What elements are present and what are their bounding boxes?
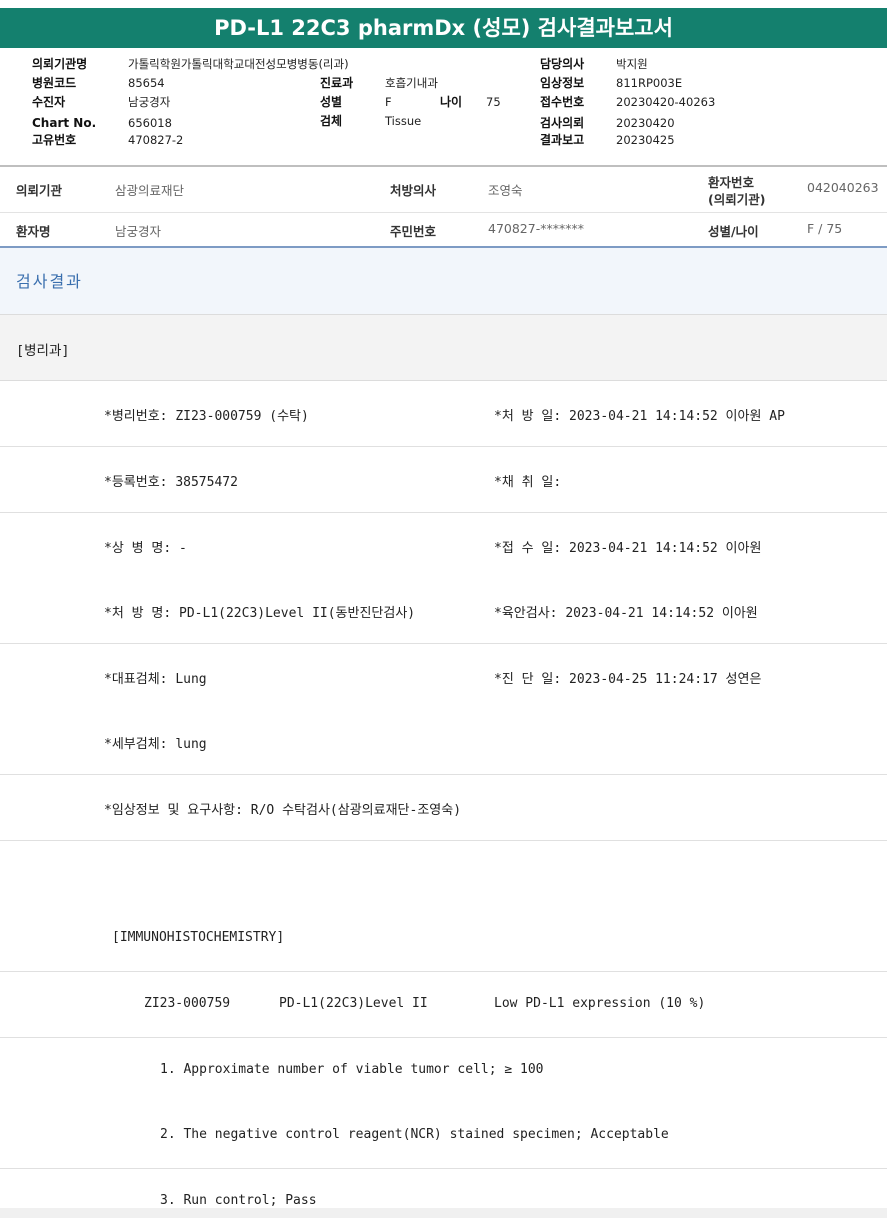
- report-title: PD-L1 22C3 pharmDx (성모) 검사결과보고서: [0, 8, 887, 48]
- result-row: *등록번호: 38575472 *채 취 일:: [0, 447, 887, 513]
- prescriber-label: 처방의사: [390, 183, 437, 198]
- test-request-value: 20230420: [616, 116, 675, 130]
- ihc-item-row: 2. The negative control reagent(NCR) sta…: [0, 1103, 887, 1169]
- result-row-left: *병리번호: ZI23-000759 (수탁): [104, 409, 309, 424]
- requesting-institution-label: 의뢰기관명: [32, 57, 88, 71]
- result-report-label: 결과보고: [540, 133, 585, 147]
- horizontal-scrollbar[interactable]: [0, 1208, 887, 1218]
- ihc-item-2: 2. The negative control reagent(NCR) sta…: [160, 1127, 669, 1142]
- ihc-item-row: 3. Run control; Pass: [0, 1169, 887, 1208]
- sex-age-label: 성별/나이: [708, 224, 759, 239]
- department-header: [병리과]: [0, 315, 887, 381]
- age-label: 나이: [440, 95, 463, 109]
- result-row: *세부검체: lung: [0, 709, 887, 775]
- result-row-right: *진 단 일: 2023-04-25 11:24:17 성연은: [494, 672, 762, 687]
- blank-row: [0, 841, 887, 907]
- result-row-left: *처 방 명: PD-L1(22C3)Level II(동반진단검사): [104, 606, 416, 621]
- doctor-value: 박지원: [616, 57, 648, 71]
- result-row-left: *임상정보 및 요구사항: R/O 수탁검사(삼광의료재단-조영숙): [104, 803, 462, 818]
- clinical-info-value: 811RP003E: [616, 76, 683, 90]
- result-row: *병리번호: ZI23-000759 (수탁) *처 방 일: 2023-04-…: [0, 381, 887, 447]
- receipt-no-value: 20230420-40263: [616, 95, 716, 109]
- institution-label: 의뢰기관: [16, 183, 63, 198]
- unique-no-value: 470827-2: [128, 133, 184, 147]
- specimen-label: 검체: [320, 114, 343, 128]
- result-row-left: *대표검체: Lung: [104, 672, 207, 687]
- result-section-header: 검사결과: [0, 248, 887, 315]
- ihc-heading: [IMMUNOHISTOCHEMISTRY]: [112, 930, 285, 945]
- result-row: *상 병 명: - *접 수 일: 2023-04-21 14:14:52 이아…: [0, 513, 887, 579]
- examinee-label: 수진자: [32, 95, 66, 109]
- result-row-right: *채 취 일:: [494, 475, 562, 490]
- institution-value: 삼광의료재단: [115, 183, 185, 198]
- ihc-heading-row: [IMMUNOHISTOCHEMISTRY]: [0, 906, 887, 972]
- sex-age-value: F / 75: [807, 221, 843, 236]
- ihc-item-row: 1. Approximate number of viable tumor ce…: [0, 1038, 887, 1104]
- result-row-right: *처 방 일: 2023-04-21 14:14:52 이아원 AP: [494, 409, 785, 424]
- patient-no-value: 042040263: [807, 180, 879, 195]
- chart-no-label: Chart No.: [32, 116, 97, 130]
- patient-no-sublabel: (의뢰기관): [708, 192, 766, 207]
- report-header-info: 의뢰기관명 가톨릭학원가톨릭대학교대전성모병병동(리과) 담당의사 박지원 병원…: [0, 50, 887, 164]
- resident-no-value: 470827-*******: [488, 221, 584, 236]
- age-value: 75: [486, 95, 501, 109]
- result-row: *처 방 명: PD-L1(22C3)Level II(동반진단검사) *육안검…: [0, 578, 887, 644]
- result-row-right: *육안검사: 2023-04-21 14:14:52 이아원: [494, 606, 758, 621]
- result-report-value: 20230425: [616, 133, 675, 147]
- resident-no-label: 주민번호: [390, 224, 437, 239]
- examinee-value: 남궁경자: [128, 95, 171, 109]
- department-title: [병리과]: [16, 343, 70, 359]
- doctor-label: 담당의사: [540, 57, 585, 71]
- sex-label: 성별: [320, 95, 343, 109]
- specimen-value: Tissue: [385, 114, 422, 128]
- ihc-test-name: PD-L1(22C3)Level II: [279, 996, 428, 1011]
- patient-name-label: 환자명: [16, 224, 51, 239]
- unique-no-label: 고유번호: [32, 133, 77, 147]
- hospital-code-label: 병원코드: [32, 76, 77, 90]
- patient-info-table: 의뢰기관 삼광의료재단 처방의사 조영숙 환자번호 (의뢰기관) 0420402…: [0, 168, 887, 248]
- header-separator: [0, 165, 887, 167]
- department-value: 호흡기내과: [385, 76, 438, 90]
- result-row: *대표검체: Lung *진 단 일: 2023-04-25 11:24:17 …: [0, 644, 887, 710]
- prescriber-value: 조영숙: [488, 183, 523, 198]
- result-row-left: *등록번호: 38575472: [104, 475, 238, 490]
- receipt-no-label: 접수번호: [540, 95, 585, 109]
- hospital-code-value: 85654: [128, 76, 165, 90]
- ihc-item-1: 1. Approximate number of viable tumor ce…: [160, 1062, 544, 1077]
- ihc-item-3: 3. Run control; Pass: [160, 1193, 317, 1208]
- ihc-result-value: Low PD-L1 expression (10 %): [494, 996, 706, 1011]
- requesting-institution-value: 가톨릭학원가톨릭대학교대전성모병병동(리과): [128, 57, 349, 71]
- result-section-title: 검사결과: [16, 272, 83, 291]
- result-row: *임상정보 및 요구사항: R/O 수탁검사(삼광의료재단-조영숙): [0, 775, 887, 841]
- ihc-case-number: ZI23-000759: [144, 996, 231, 1011]
- department-label: 진료과: [320, 76, 354, 90]
- result-row-left: *세부검체: lung: [104, 737, 207, 752]
- clinical-info-label: 임상정보: [540, 76, 585, 90]
- ihc-result-row: ZI23-000759 PD-L1(22C3)Level II Low PD-L…: [0, 972, 887, 1038]
- result-row-left: *상 병 명: -: [104, 541, 187, 556]
- patient-name-value: 남궁경자: [115, 224, 162, 239]
- test-request-label: 검사의뢰: [540, 116, 585, 130]
- chart-no-value: 656018: [128, 116, 172, 130]
- sex-value: F: [385, 95, 392, 109]
- result-row-right: *접 수 일: 2023-04-21 14:14:52 이아원: [494, 541, 762, 556]
- table-row-divider: [0, 212, 887, 213]
